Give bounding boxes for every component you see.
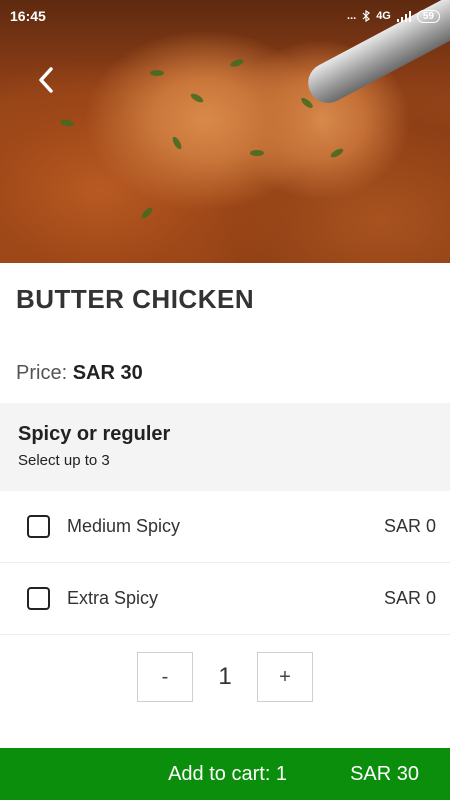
herb-garnish	[150, 70, 164, 76]
option-label: Extra Spicy	[67, 588, 159, 608]
herb-garnish	[299, 96, 315, 110]
cart-total: SAR 30	[350, 762, 419, 785]
status-bar: 16:45 ... 4G 59	[0, 0, 450, 32]
increment-button[interactable]: +	[257, 652, 313, 702]
status-dots: ...	[347, 10, 357, 22]
status-icons: ... 4G 59	[347, 9, 440, 23]
option-group-title: Spicy or reguler	[18, 423, 171, 445]
option-price: SAR 0	[383, 588, 436, 608]
decrement-button[interactable]: -	[137, 652, 193, 702]
herb-garnish	[189, 91, 205, 105]
option-checkbox[interactable]	[27, 587, 50, 610]
option-medium-spicy[interactable]: Medium Spicy SAR 0	[0, 491, 450, 563]
option-checkbox[interactable]	[27, 515, 50, 538]
herb-garnish	[229, 57, 245, 69]
battery-icon: 59	[416, 9, 440, 23]
item-title: BUTTER CHICKEN	[16, 284, 255, 314]
option-price: SAR 0	[383, 516, 436, 536]
option-group-subtitle: Select up to 3	[18, 452, 110, 469]
quantity-stepper: - 1 +	[137, 652, 313, 702]
herb-garnish	[139, 205, 155, 221]
chevron-left-icon	[39, 67, 53, 93]
price-value: SAR 30	[72, 362, 143, 384]
price-label: Price:	[16, 362, 68, 384]
option-label: Medium Spicy	[67, 516, 181, 536]
add-to-cart-label: Add to cart: 1	[168, 762, 288, 785]
herb-garnish	[59, 118, 75, 128]
herb-garnish	[170, 135, 184, 151]
option-group-header: Spicy or reguler Select up to 3	[0, 403, 450, 491]
back-button[interactable]	[30, 62, 62, 98]
bluetooth-icon	[362, 10, 371, 22]
signal-icon	[396, 10, 411, 22]
network-label: 4G	[376, 10, 391, 22]
herb-garnish	[250, 150, 264, 156]
quantity-value: 1	[218, 663, 232, 690]
item-price: Price: SAR 30	[16, 362, 143, 385]
status-time: 16:45	[10, 8, 46, 24]
option-extra-spicy[interactable]: Extra Spicy SAR 0	[0, 563, 450, 635]
hero-image	[0, 0, 450, 263]
herb-garnish	[329, 146, 345, 160]
add-to-cart-button[interactable]: Add to cart: 1 SAR 30	[0, 748, 450, 800]
